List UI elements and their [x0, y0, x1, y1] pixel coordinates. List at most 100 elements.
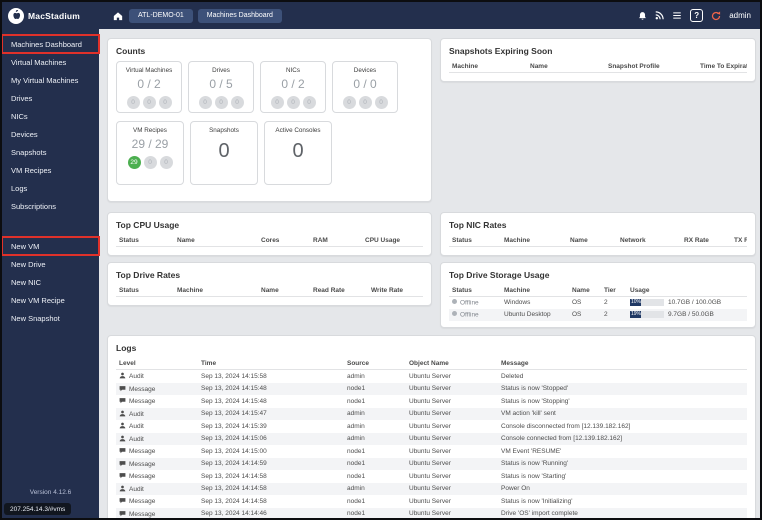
log-row[interactable]: AuditSep 13, 2024 14:14:58adminUbuntu Se…	[116, 483, 747, 496]
sidebar: Machines DashboardVirtual MachinesMy Vir…	[2, 29, 99, 518]
source-cell: admin	[344, 433, 406, 446]
column-header-snapshot-profile: Snapshot Profile	[605, 61, 697, 73]
help-icon[interactable]: ?	[690, 9, 703, 22]
counts-panel: Counts Virtual Machines0 / 2000Drives0 /…	[107, 38, 432, 202]
log-row[interactable]: MessageSep 13, 2024 14:14:59node1Ubuntu …	[116, 458, 747, 471]
level-cell: Message	[116, 508, 198, 519]
sidebar-item-snapshots[interactable]: Snapshots	[2, 143, 99, 161]
time-cell: Sep 13, 2024 14:15:06	[198, 433, 344, 446]
sidebar-item-drives[interactable]: Drives	[2, 89, 99, 107]
source-cell: node1	[344, 383, 406, 396]
usage-text: 9.7GB / 50.0GB	[668, 311, 714, 318]
top-nic-rates-table: StatusMachineNameNetworkRX RateTX Rate	[449, 235, 747, 247]
table-row[interactable]: OfflineWindowsOS210%10.7GB / 100.0GB	[449, 297, 747, 310]
sidebar-item-devices[interactable]: Devices	[2, 125, 99, 143]
table-row[interactable]: OfflineUbuntu DesktopOS219%9.7GB / 50.0G…	[449, 309, 747, 321]
sidebar-item-logs[interactable]: Logs	[2, 179, 99, 197]
log-row[interactable]: MessageSep 13, 2024 14:15:00node1Ubuntu …	[116, 445, 747, 458]
log-row[interactable]: MessageSep 13, 2024 14:15:48node1Ubuntu …	[116, 395, 747, 408]
source-cell: node1	[344, 395, 406, 408]
sidebar-item-new-vm-recipe[interactable]: New VM Recipe	[2, 291, 99, 309]
column-header-source: Source	[344, 358, 406, 370]
tier-cell: 2	[601, 309, 627, 321]
status-cell: Offline	[449, 297, 501, 310]
sidebar-item-machines-dashboard[interactable]: Machines Dashboard	[2, 35, 99, 53]
offline-status-dot	[452, 299, 457, 304]
sidebar-item-new-drive[interactable]: New Drive	[2, 255, 99, 273]
message-icon	[119, 385, 126, 392]
log-row[interactable]: AuditSep 13, 2024 14:15:39adminUbuntu Se…	[116, 420, 747, 433]
tier-cell: 2	[601, 297, 627, 310]
sidebar-item-vm-recipes[interactable]: VM Recipes	[2, 161, 99, 179]
column-header-rx-rate: RX Rate	[681, 235, 731, 247]
column-header-cores: Cores	[258, 235, 310, 247]
sidebar-item-virtual-machines[interactable]: Virtual Machines	[2, 53, 99, 71]
panel-title: Top Drive Storage Usage	[449, 270, 747, 280]
level-cell: Message	[116, 395, 198, 408]
count-badge: 0	[160, 156, 173, 169]
count-badge: 0	[127, 96, 140, 109]
menu-icon[interactable]	[672, 11, 682, 20]
sidebar-item-new-snapshot[interactable]: New Snapshot	[2, 309, 99, 327]
time-cell: Sep 13, 2024 14:14:58	[198, 483, 344, 496]
column-header-level: Level	[116, 358, 198, 370]
count-badges: 2900	[120, 156, 180, 169]
log-row[interactable]: AuditSep 13, 2024 14:15:06adminUbuntu Se…	[116, 433, 747, 446]
sidebar-item-new-vm[interactable]: New VM	[2, 237, 99, 255]
sidebar-item-nics[interactable]: NICs	[2, 107, 99, 125]
table-header-row: StatusMachineNameNetworkRX RateTX Rate	[449, 235, 747, 247]
log-row[interactable]: MessageSep 13, 2024 14:14:58node1Ubuntu …	[116, 495, 747, 508]
count-label: Drives	[192, 67, 250, 74]
log-row[interactable]: MessageSep 13, 2024 14:14:46node1Ubuntu …	[116, 508, 747, 519]
message-icon	[119, 397, 126, 404]
log-row[interactable]: AuditSep 13, 2024 14:15:58adminUbuntu Se…	[116, 370, 747, 383]
home-icon[interactable]	[113, 11, 123, 21]
column-header-write-rate: Write Rate	[368, 285, 423, 297]
host-nav-button[interactable]: ATL-DEMO-01	[129, 9, 193, 23]
log-row[interactable]: AuditSep 13, 2024 14:15:47adminUbuntu Se…	[116, 408, 747, 421]
rss-feed-icon[interactable]	[655, 11, 664, 20]
machines-dashboard-nav-button[interactable]: Machines Dashboard	[198, 9, 282, 23]
panel-title: Snapshots Expiring Soon	[449, 46, 747, 56]
sidebar-item-new-nic[interactable]: New NIC	[2, 273, 99, 291]
sidebar-section: Machines DashboardVirtual MachinesMy Vir…	[2, 35, 99, 215]
source-cell: node1	[344, 470, 406, 483]
count-badges: 000	[192, 96, 250, 109]
time-cell: Sep 13, 2024 14:15:00	[198, 445, 344, 458]
column-header-machine: Machine	[174, 285, 258, 297]
object-name-cell: Ubuntu Server	[406, 445, 498, 458]
log-row[interactable]: MessageSep 13, 2024 14:14:58node1Ubuntu …	[116, 470, 747, 483]
count-value: 0 / 2	[120, 77, 178, 91]
count-badge: 0	[143, 96, 156, 109]
time-cell: Sep 13, 2024 14:15:48	[198, 395, 344, 408]
count-label: Virtual Machines	[120, 67, 178, 74]
source-cell: node1	[344, 445, 406, 458]
count-badge: 0	[144, 156, 157, 169]
message-icon	[119, 510, 126, 517]
user-menu[interactable]: admin	[729, 11, 751, 20]
level-cell: Message	[116, 383, 198, 396]
level-cell: Audit	[116, 408, 198, 421]
count-badge: 0	[343, 96, 356, 109]
message-cell: Status is now 'Stopping'	[498, 395, 747, 408]
usage-text: 10.7GB / 100.0GB	[668, 299, 721, 306]
brand: MacStadium	[2, 8, 103, 24]
notifications-bell-icon[interactable]	[638, 11, 647, 21]
top-drive-rates-table: StatusMachineNameRead RateWrite Rate	[116, 285, 423, 297]
usage-bar: 19%	[630, 311, 664, 318]
refresh-icon[interactable]	[711, 11, 721, 21]
counts-row-2: VM Recipes29 / 292900Snapshots0Active Co…	[116, 121, 423, 185]
level-cell: Message	[116, 470, 198, 483]
panel-title: Counts	[116, 46, 423, 56]
level-cell: Message	[116, 458, 198, 471]
source-cell: node1	[344, 495, 406, 508]
message-cell: Console disconnected from [12.139.182.16…	[498, 420, 747, 433]
sidebar-item-subscriptions[interactable]: Subscriptions	[2, 197, 99, 215]
count-badge: 0	[231, 96, 244, 109]
column-header-status: Status	[449, 235, 501, 247]
object-name-cell: Ubuntu Server	[406, 408, 498, 421]
sidebar-item-my-virtual-machines[interactable]: My Virtual Machines	[2, 71, 99, 89]
log-row[interactable]: MessageSep 13, 2024 14:15:48node1Ubuntu …	[116, 383, 747, 396]
audit-user-icon	[119, 435, 126, 442]
count-value: 29 / 29	[120, 137, 180, 151]
